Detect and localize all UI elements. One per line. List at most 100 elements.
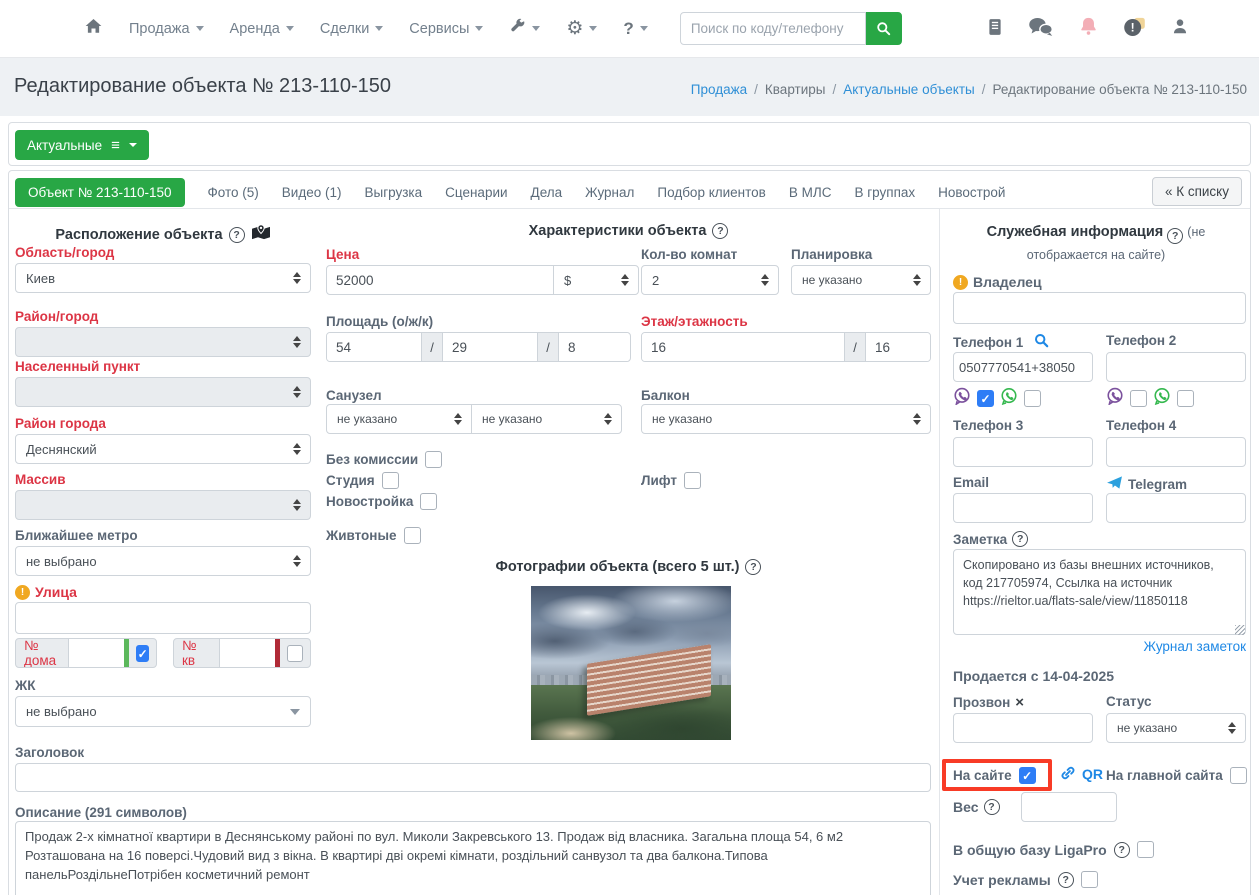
- bathroom-select-1[interactable]: не указано: [326, 404, 472, 434]
- help-circle-icon[interactable]: ?: [1057, 871, 1074, 888]
- help-circle-icon[interactable]: ?: [1167, 228, 1184, 245]
- object-photo[interactable]: [531, 586, 731, 740]
- complex-select[interactable]: не выбрано: [15, 696, 311, 727]
- phone3-input[interactable]: [953, 437, 1093, 467]
- house-number-input[interactable]: [68, 639, 125, 667]
- newbuild-checkbox[interactable]: [420, 493, 438, 510]
- district-select[interactable]: [15, 327, 311, 357]
- tab-mls[interactable]: В МЛС: [789, 185, 832, 200]
- menu-prodazha[interactable]: Продажа: [129, 21, 204, 37]
- phone1-input[interactable]: [953, 352, 1093, 382]
- help-circle-icon[interactable]: ?: [712, 223, 729, 239]
- tab-novostroy[interactable]: Новострой: [938, 185, 1005, 200]
- balcony-select[interactable]: не указано: [641, 404, 931, 434]
- status-select[interactable]: не указано: [1106, 713, 1246, 743]
- note-textarea[interactable]: Скопировано из базы внешних источников, …: [953, 549, 1246, 635]
- studio-checkbox[interactable]: [381, 472, 399, 489]
- rooms-select[interactable]: 2: [641, 265, 779, 295]
- apt-number-label: № кв: [182, 638, 197, 668]
- owner-input[interactable]: [953, 292, 1246, 324]
- apt-checkbox[interactable]: [287, 644, 303, 662]
- menu-sdelki[interactable]: Сделки: [320, 21, 384, 37]
- tab-vygruzka[interactable]: Выгрузка: [365, 185, 423, 200]
- description-textarea[interactable]: Продаж 2-х кімнатної квартири в Деснянсь…: [15, 821, 931, 895]
- call-input[interactable]: [953, 713, 1093, 743]
- divider: [9, 208, 1250, 209]
- notes-journal-link[interactable]: Журнал заметок: [953, 639, 1247, 654]
- phone1-whatsapp-checkbox[interactable]: [1024, 390, 1041, 407]
- tab-dela[interactable]: Дела: [531, 185, 563, 200]
- help-circle-icon[interactable]: ?: [1012, 531, 1029, 547]
- journal-icon[interactable]: [987, 18, 1003, 41]
- apt-number-input[interactable]: [219, 639, 276, 667]
- bathroom-select-2[interactable]: не указано: [471, 404, 622, 434]
- link-icon[interactable]: [1060, 765, 1076, 786]
- search-input[interactable]: [679, 12, 866, 45]
- area-kitchen-input[interactable]: [559, 333, 628, 361]
- phone4-input[interactable]: [1106, 437, 1246, 467]
- floors-total-input[interactable]: [866, 333, 930, 361]
- ligapro-checkbox[interactable]: [1136, 841, 1154, 858]
- tab-groups[interactable]: В группах: [854, 185, 915, 200]
- help-circle-icon[interactable]: ?: [745, 559, 762, 575]
- notifications-bell-icon[interactable]: [1079, 16, 1098, 42]
- breadcrumb-prodazha[interactable]: Продажа: [691, 82, 747, 97]
- tab-podbor[interactable]: Подбор клиентов: [657, 185, 765, 200]
- menu-arenda[interactable]: Аренда: [230, 21, 294, 37]
- metro-select[interactable]: не выбрано: [15, 546, 311, 576]
- menu-settings[interactable]: ⚙: [566, 19, 598, 38]
- tab-object[interactable]: Объект № 213-110-150: [15, 177, 185, 207]
- phone-search-icon[interactable]: [1034, 333, 1049, 351]
- price-input[interactable]: [326, 265, 554, 295]
- email-input[interactable]: [953, 493, 1093, 523]
- messages-icon[interactable]: [1028, 17, 1054, 42]
- region-select[interactable]: Киев: [15, 263, 311, 293]
- pets-checkbox[interactable]: [403, 527, 421, 544]
- map-icon[interactable]: [251, 223, 271, 246]
- phone2-viber-checkbox[interactable]: [1130, 390, 1147, 407]
- menu-servisy[interactable]: Сервисы: [409, 21, 484, 37]
- help-circle-icon[interactable]: ?: [983, 799, 1000, 815]
- help-circle-icon[interactable]: ?: [228, 226, 245, 243]
- apt-status-bar: [275, 639, 281, 667]
- menu-help[interactable]: ?: [623, 19, 648, 39]
- massiv-select[interactable]: [15, 490, 311, 520]
- qr-link[interactable]: QR: [1082, 766, 1103, 782]
- tab-scenarii[interactable]: Сценарии: [445, 185, 507, 200]
- ads-checkbox[interactable]: [1080, 871, 1098, 888]
- breadcrumb-aktualnye[interactable]: Актуальные объекты: [843, 82, 975, 97]
- menu-tools[interactable]: [509, 18, 541, 39]
- phone1-viber-checkbox[interactable]: [977, 390, 994, 407]
- city-district-select[interactable]: Деснянский: [15, 434, 311, 464]
- status-filter-button[interactable]: Актуальные ≡: [15, 130, 149, 160]
- alerts-icon[interactable]: !: [1123, 17, 1146, 42]
- phone2-input[interactable]: [1106, 352, 1246, 382]
- updown-caret-icon: [913, 274, 921, 286]
- floor-input[interactable]: [642, 333, 844, 361]
- clear-icon[interactable]: ×: [1015, 694, 1024, 711]
- phone2-whatsapp-checkbox[interactable]: [1177, 390, 1194, 407]
- tab-zhurnal[interactable]: Журнал: [585, 185, 634, 200]
- street-input[interactable]: [15, 602, 311, 634]
- no-commission-checkbox[interactable]: [425, 451, 443, 468]
- tab-video[interactable]: Видео (1): [282, 185, 342, 200]
- house-checkbox[interactable]: [136, 644, 149, 662]
- currency-select[interactable]: $: [553, 265, 639, 295]
- area-living-input[interactable]: [443, 333, 537, 361]
- user-profile-icon[interactable]: [1171, 17, 1189, 41]
- area-total-input[interactable]: [327, 333, 421, 361]
- help-circle-icon[interactable]: ?: [1113, 841, 1130, 858]
- on-main-checkbox[interactable]: [1229, 767, 1247, 784]
- heading-input[interactable]: [15, 763, 931, 792]
- elevator-checkbox[interactable]: [684, 472, 702, 489]
- tab-photo[interactable]: Фото (5): [208, 185, 259, 200]
- resize-handle[interactable]: [1235, 625, 1245, 635]
- search-button[interactable]: [865, 12, 902, 45]
- home-icon[interactable]: [84, 17, 103, 40]
- on-site-checkbox[interactable]: [1018, 767, 1036, 784]
- back-to-list-button[interactable]: « К списку: [1151, 177, 1242, 206]
- layout-select[interactable]: не указано: [791, 265, 931, 295]
- weight-input[interactable]: [1021, 792, 1117, 822]
- settlement-select[interactable]: [15, 377, 311, 407]
- telegram-input[interactable]: [1106, 493, 1246, 523]
